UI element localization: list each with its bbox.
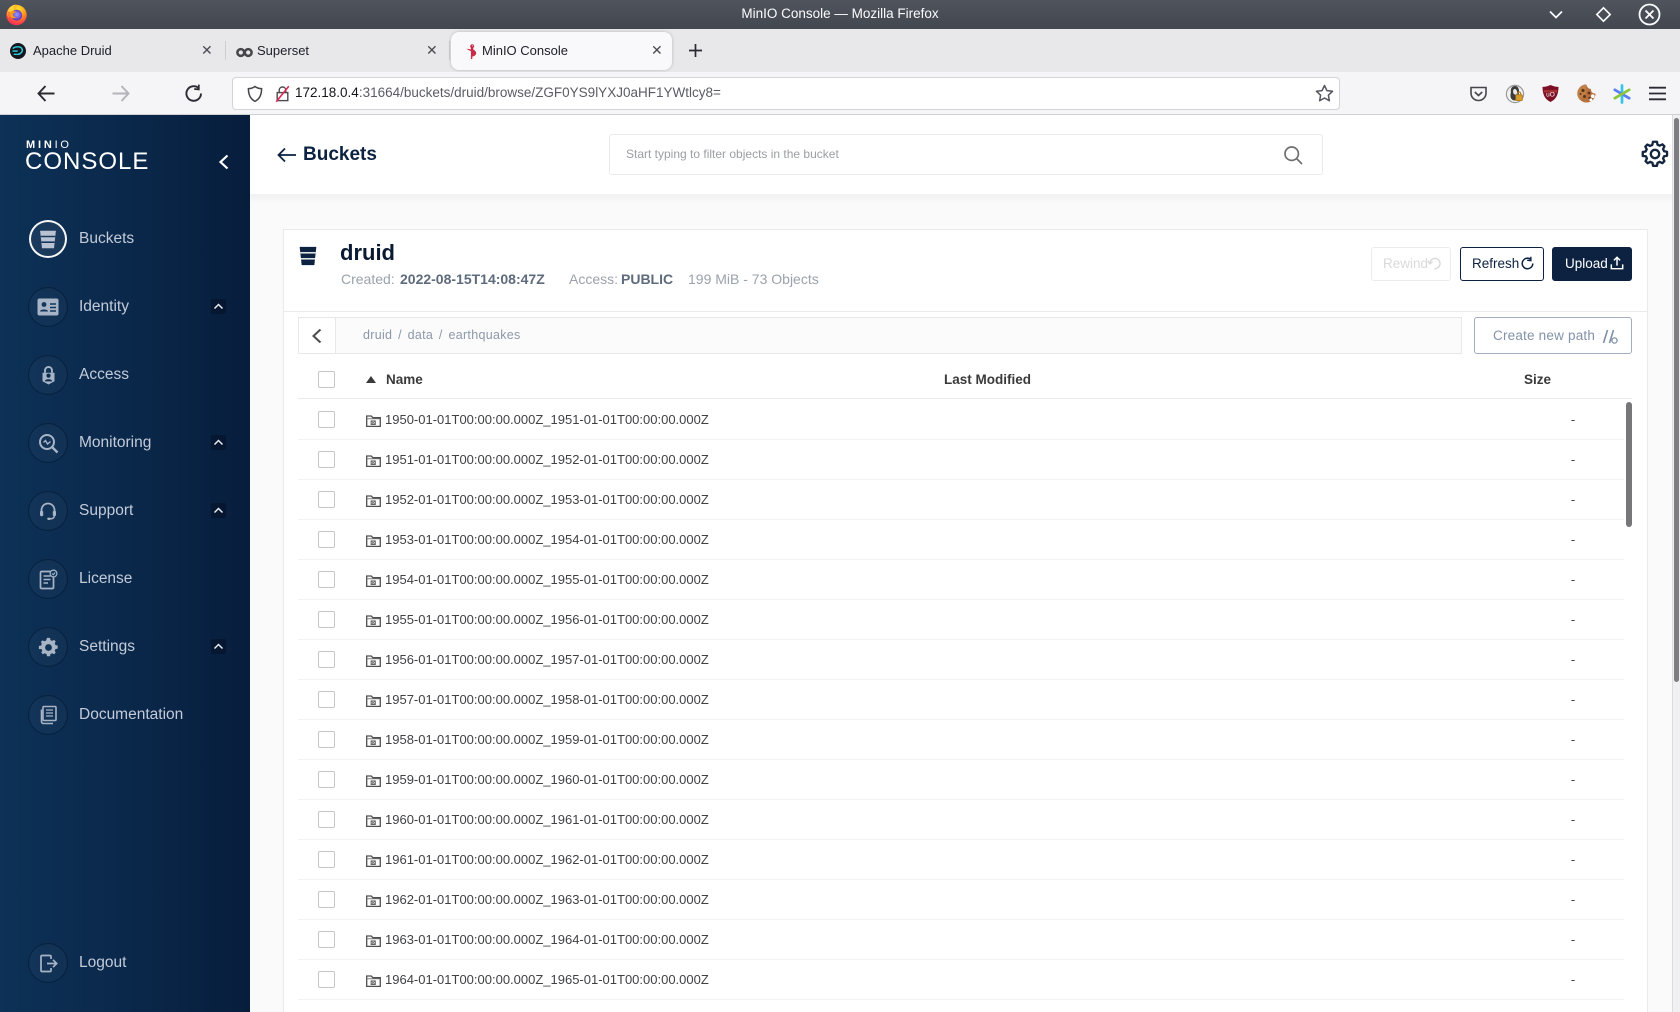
svg-text:uO: uO [1546,92,1555,99]
